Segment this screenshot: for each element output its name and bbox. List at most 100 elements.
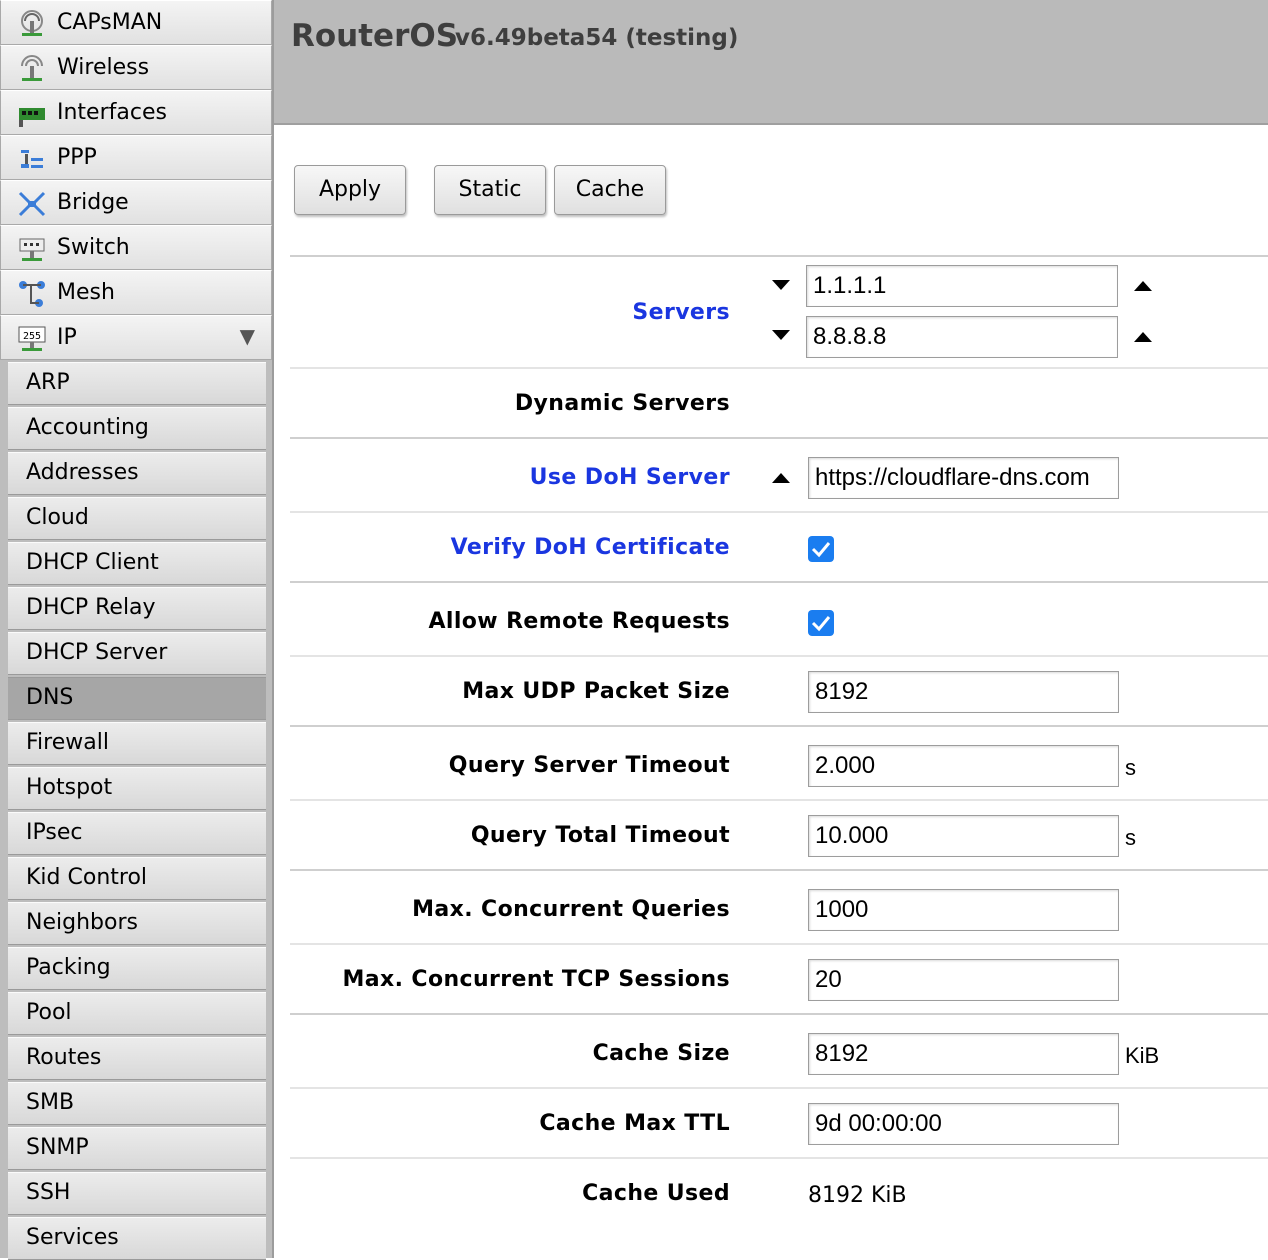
max-concurrent-tcp-sessions-field[interactable]: 20	[808, 959, 1119, 1001]
submenu-item-label: DHCP Client	[26, 550, 159, 575]
server-1-field[interactable]: 1.1.1.1	[806, 265, 1118, 307]
verify-doh-certificate-label[interactable]: Verify DoH Certificate	[451, 535, 730, 560]
submenu-item-packing[interactable]: Packing	[8, 947, 266, 990]
submenu-item-smb[interactable]: SMB	[8, 1082, 266, 1125]
submenu-item-addresses[interactable]: Addresses	[8, 452, 266, 495]
query-server-timeout-field[interactable]: 2.000	[808, 745, 1119, 787]
divider	[290, 1157, 1268, 1159]
sidebar-item-label: IP	[57, 325, 77, 350]
cache-size-field[interactable]: 8192	[808, 1033, 1119, 1075]
divider	[290, 943, 1268, 945]
mesh-icon	[17, 279, 47, 309]
checkmark-icon	[811, 616, 831, 632]
cache-used-label: Cache Used	[582, 1181, 730, 1206]
interfaces-icon	[17, 99, 47, 129]
doh-server-field[interactable]: https://cloudflare-dns.com	[808, 457, 1119, 499]
submenu-item-label: Accounting	[26, 415, 149, 440]
sidebar-item-switch[interactable]: Switch	[0, 225, 272, 270]
chevron-down-icon: ▼	[239, 324, 255, 348]
divider	[290, 581, 1268, 583]
capsman-icon	[17, 9, 47, 39]
sidebar-item-label: Interfaces	[57, 100, 167, 125]
submenu-item-label: Kid Control	[26, 865, 148, 890]
submenu-item-label: Routes	[26, 1045, 102, 1070]
checkmark-icon	[811, 542, 831, 558]
sidebar-divider	[272, 0, 274, 1258]
server-2-remove-icon[interactable]	[772, 330, 790, 340]
cache-used-value: 8192 KiB	[808, 1183, 907, 1208]
allow-remote-requests-label: Allow Remote Requests	[428, 609, 730, 634]
submenu-item-label: SMB	[26, 1090, 75, 1115]
servers-label[interactable]: Servers	[632, 300, 730, 325]
static-button[interactable]: Static	[434, 165, 546, 215]
server-2-field[interactable]: 8.8.8.8	[806, 316, 1118, 358]
submenu-item-label: Cloud	[26, 505, 89, 530]
server-1-add-icon[interactable]	[1134, 281, 1152, 291]
allow-remote-requests-checkbox[interactable]	[808, 610, 834, 636]
app-version: v6.49beta54 (testing)	[455, 25, 739, 51]
submenu-item-hotspot[interactable]: Hotspot	[8, 767, 266, 810]
divider	[290, 1087, 1268, 1089]
use-doh-server-label[interactable]: Use DoH Server	[530, 465, 730, 490]
ip-submenu: ARP Accounting Addresses Cloud DHCP Clie…	[0, 360, 272, 1260]
divider	[290, 725, 1268, 727]
submenu-item-dns[interactable]: DNS	[8, 677, 266, 720]
submenu-item-arp[interactable]: ARP	[8, 362, 266, 405]
max-udp-packet-size-field[interactable]: 8192	[808, 671, 1119, 713]
sidebar-item-capsman[interactable]: CAPsMAN	[0, 0, 272, 45]
submenu-item-label: Packing	[26, 955, 111, 980]
apply-button[interactable]: Apply	[294, 165, 406, 215]
max-concurrent-queries-field[interactable]: 1000	[808, 889, 1119, 931]
ip-icon: 255	[17, 324, 47, 354]
submenu-item-label: DNS	[26, 685, 74, 710]
submenu-item-dhcp-client[interactable]: DHCP Client	[8, 542, 266, 585]
submenu-item-ipsec[interactable]: IPsec	[8, 812, 266, 855]
divider	[290, 799, 1268, 801]
cache-size-unit: KiB	[1125, 1043, 1160, 1068]
sidebar-item-interfaces[interactable]: Interfaces	[0, 90, 272, 135]
server-2-add-icon[interactable]	[1134, 332, 1152, 342]
submenu-item-accounting[interactable]: Accounting	[8, 407, 266, 450]
query-total-timeout-field[interactable]: 10.000	[808, 815, 1119, 857]
bridge-icon	[17, 189, 47, 219]
verify-doh-certificate-checkbox[interactable]	[808, 536, 834, 562]
submenu-item-label: DHCP Relay	[26, 595, 156, 620]
submenu-item-routes[interactable]: Routes	[8, 1037, 266, 1080]
submenu-item-dhcp-server[interactable]: DHCP Server	[8, 632, 266, 675]
submenu-item-label: Services	[26, 1225, 119, 1250]
max-concurrent-queries-label: Max. Concurrent Queries	[412, 897, 730, 922]
submenu-item-label: SSH	[26, 1180, 71, 1205]
sidebar-item-bridge[interactable]: Bridge	[0, 180, 272, 225]
sidebar-item-mesh[interactable]: Mesh	[0, 270, 272, 315]
submenu-item-label: DHCP Server	[26, 640, 168, 665]
submenu-item-cloud[interactable]: Cloud	[8, 497, 266, 540]
divider	[290, 437, 1268, 439]
sidebar-item-label: Bridge	[57, 190, 129, 215]
max-udp-packet-size-label: Max UDP Packet Size	[462, 679, 730, 704]
sidebar-item-wireless[interactable]: Wireless	[0, 45, 272, 90]
submenu-item-neighbors[interactable]: Neighbors	[8, 902, 266, 945]
submenu-item-services[interactable]: Services	[8, 1217, 266, 1260]
divider	[290, 869, 1268, 871]
cache-max-ttl-label: Cache Max TTL	[539, 1111, 730, 1136]
submenu-item-ssh[interactable]: SSH	[8, 1172, 266, 1215]
sidebar-item-ip[interactable]: 255 IP ▼	[0, 315, 272, 360]
query-server-timeout-unit: s	[1125, 755, 1136, 780]
doh-server-add-icon[interactable]	[772, 473, 790, 483]
submenu-item-kid-control[interactable]: Kid Control	[8, 857, 266, 900]
submenu-item-firewall[interactable]: Firewall	[8, 722, 266, 765]
submenu-item-label: Neighbors	[26, 910, 138, 935]
cache-button[interactable]: Cache	[554, 165, 666, 215]
submenu-item-snmp[interactable]: SNMP	[8, 1127, 266, 1170]
sidebar-item-ppp[interactable]: PPP	[0, 135, 272, 180]
submenu-item-label: Hotspot	[26, 775, 113, 800]
page-header: RouterOS v6.49beta54 (testing)	[274, 0, 1268, 125]
submenu-item-label: Addresses	[26, 460, 139, 485]
submenu-item-pool[interactable]: Pool	[8, 992, 266, 1035]
sidebar-item-label: Mesh	[57, 280, 115, 305]
cache-max-ttl-field[interactable]: 9d 00:00:00	[808, 1103, 1119, 1145]
server-1-remove-icon[interactable]	[772, 280, 790, 290]
sidebar-item-label: PPP	[57, 145, 97, 170]
sidebar-item-label: Switch	[57, 235, 130, 260]
submenu-item-dhcp-relay[interactable]: DHCP Relay	[8, 587, 266, 630]
